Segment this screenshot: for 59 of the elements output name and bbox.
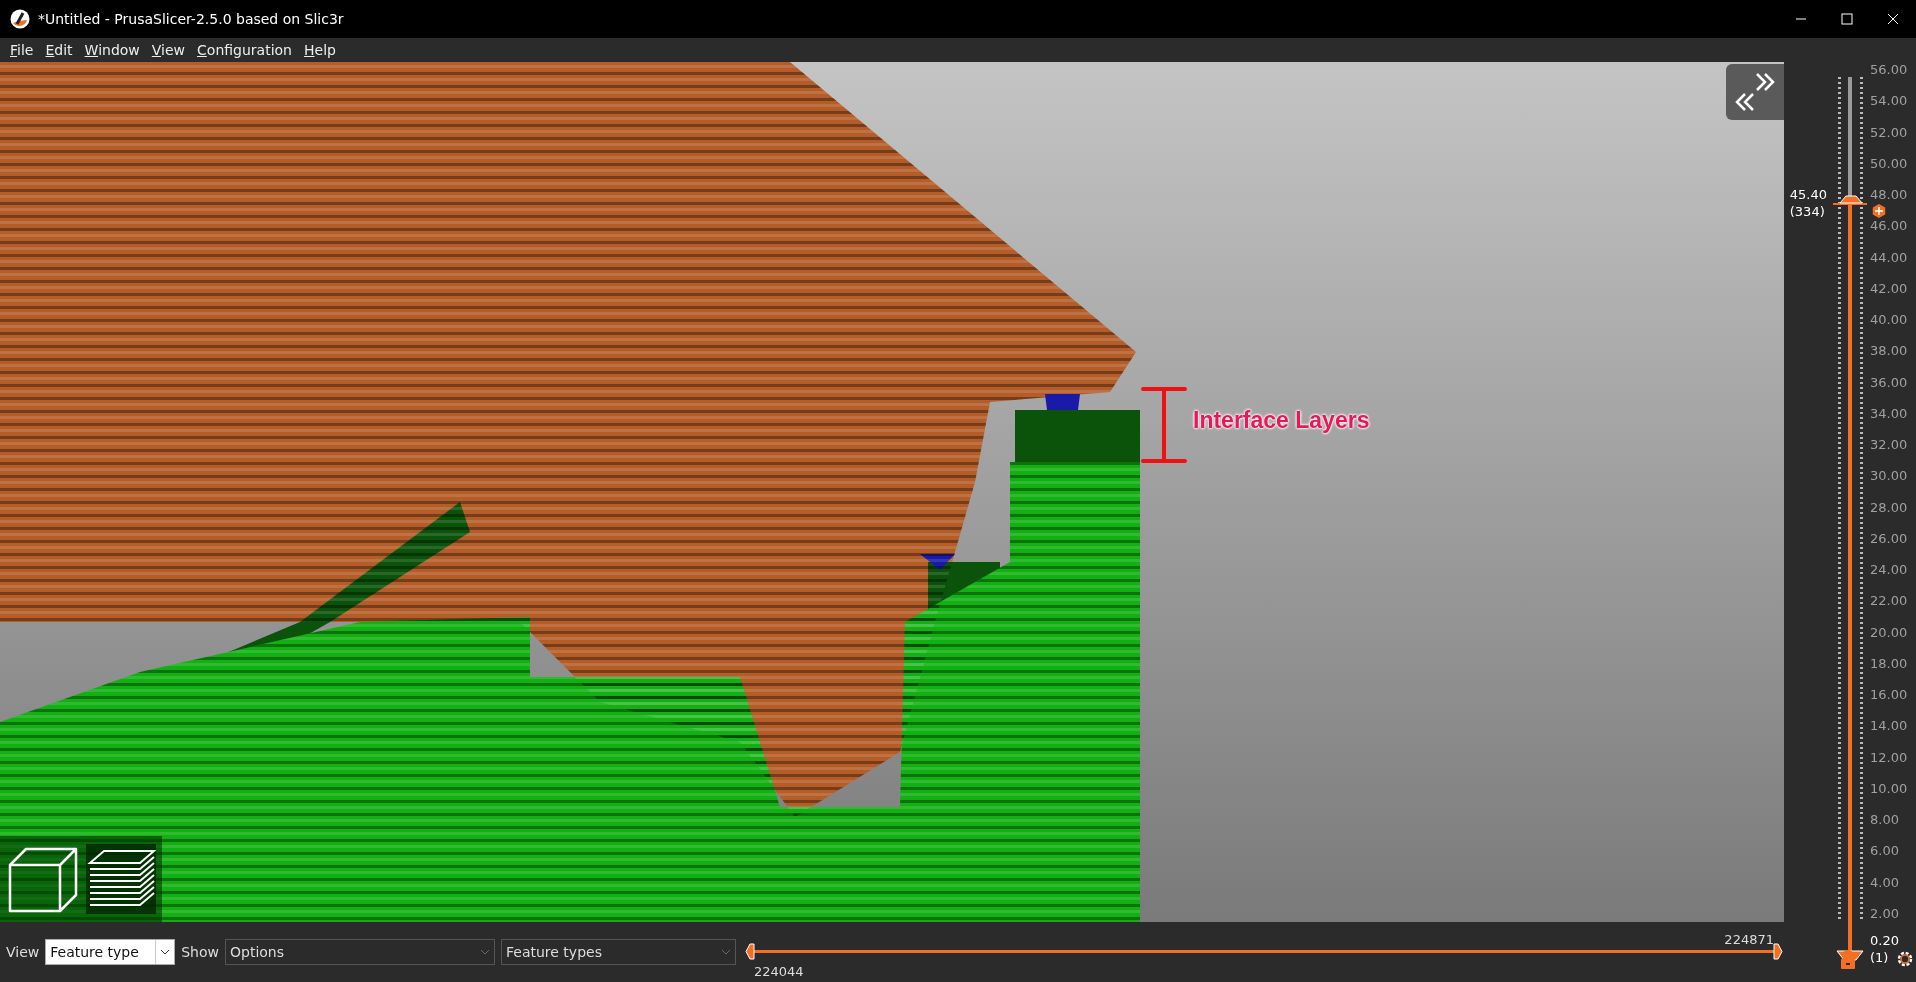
tick-label: 6.00 xyxy=(1870,843,1900,860)
close-icon xyxy=(1887,13,1899,25)
tick-label: 42.00 xyxy=(1870,280,1908,297)
unlocked-padlock-icon[interactable] xyxy=(1840,950,1856,970)
feature-types-dropdown[interactable]: Feature types xyxy=(501,939,736,965)
options-dropdown[interactable]: Options xyxy=(225,939,495,965)
tick-label: 34.00 xyxy=(1870,405,1908,422)
maximize-icon xyxy=(1841,13,1853,25)
tick-label: 32.00 xyxy=(1870,437,1908,453)
tick-label: 20.00 xyxy=(1870,624,1908,641)
tick-label: 26.00 xyxy=(1870,530,1908,547)
tick-label: 16.00 xyxy=(1870,687,1908,703)
move-slider-value: 224871 xyxy=(1724,932,1774,947)
tick-label: 38.00 xyxy=(1870,343,1908,360)
settings-icon[interactable] xyxy=(1896,950,1914,968)
tick-label: 56.00 xyxy=(1870,62,1908,78)
menu-item[interactable]: File xyxy=(4,40,40,60)
tick-label: 28.00 xyxy=(1870,499,1908,516)
tick-label: 52.00 xyxy=(1870,124,1908,141)
move-slider-value: 224044 xyxy=(754,964,804,979)
tick-label: 54.00 xyxy=(1870,93,1908,110)
upper-thumb-value: 45.40 (334) xyxy=(1789,186,1827,220)
menu-item[interactable]: Edit xyxy=(39,40,79,60)
annotation-label: Interface Layers xyxy=(1193,407,1370,434)
window-title: *Untitled - PrusaSlicer-2.5.0 based on Slic3r xyxy=(38,11,345,27)
tick-label: 36.00 xyxy=(1870,374,1908,391)
view-dropdown[interactable]: Feature type xyxy=(45,939,176,965)
show-label: Show xyxy=(181,944,219,960)
tick-label: 40.00 xyxy=(1870,312,1908,328)
tick-label: 22.00 xyxy=(1870,593,1908,610)
chevron-down-icon xyxy=(721,949,731,955)
app-logo-icon xyxy=(10,9,30,29)
tick-label: 30.00 xyxy=(1870,468,1908,485)
tick-label: 46.00 xyxy=(1870,218,1908,235)
tick-label: 24.00 xyxy=(1870,562,1908,578)
move-slider-thumb[interactable] xyxy=(1773,943,1783,960)
tick-label: 50.00 xyxy=(1870,155,1908,172)
tick-label: 14.00 xyxy=(1870,718,1908,735)
chevron-down-icon xyxy=(480,949,490,955)
tick-label: 12.00 xyxy=(1870,749,1908,766)
tick-label: 4.00 xyxy=(1870,874,1900,891)
tick-label: 10.00 xyxy=(1870,780,1908,797)
lower-thumb-value: 0.20 (1) xyxy=(1870,932,1899,966)
menu-item[interactable]: Window xyxy=(78,40,146,60)
tick-label: 8.00 xyxy=(1870,812,1900,828)
tick-label: 44.00 xyxy=(1870,249,1908,266)
tick-label: 18.00 xyxy=(1870,655,1908,672)
tick-label: 48.00 xyxy=(1870,187,1908,203)
upper-thumb-handle[interactable] xyxy=(1833,193,1867,205)
menu-item[interactable]: View xyxy=(145,40,192,60)
collapse-sidebar-button[interactable] xyxy=(1726,64,1784,120)
menu-item[interactable]: Configuration xyxy=(191,40,298,60)
move-slider-thumb[interactable] xyxy=(745,943,755,960)
preview-layers-button[interactable] xyxy=(86,844,156,914)
add-color-change-button[interactable] xyxy=(1872,204,1886,218)
tick-label: 2.00 xyxy=(1870,905,1900,922)
chevron-down-icon xyxy=(160,949,171,955)
menu-item[interactable]: Help xyxy=(298,40,342,60)
view-label: View xyxy=(6,944,40,960)
